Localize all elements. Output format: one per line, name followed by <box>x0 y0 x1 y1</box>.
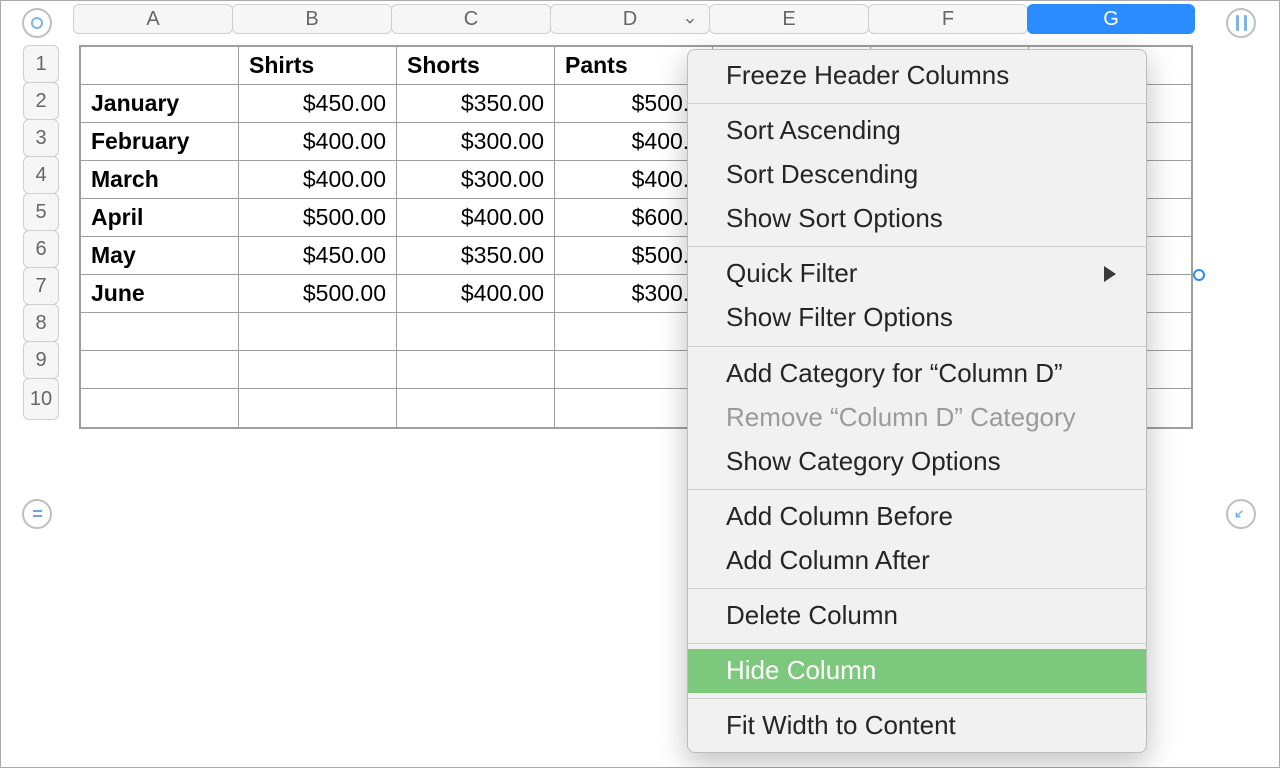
row-header[interactable]: 10 <box>23 378 59 420</box>
menu-show-filter-options[interactable]: Show Filter Options <box>688 296 1146 340</box>
column-label: G <box>1103 8 1119 31</box>
menu-separator <box>688 588 1146 589</box>
chevron-down-icon[interactable] <box>681 11 699 34</box>
menu-add-column-after[interactable]: Add Column After <box>688 539 1146 583</box>
cell[interactable]: January <box>81 85 239 123</box>
row-header[interactable]: 5 <box>23 193 59 231</box>
menu-sort-descending[interactable]: Sort Descending <box>688 153 1146 197</box>
cell[interactable]: $400.00 <box>397 199 555 237</box>
row-header[interactable]: 6 <box>23 230 59 268</box>
cell[interactable] <box>239 389 397 427</box>
submenu-arrow-icon <box>1104 266 1116 282</box>
cell[interactable]: $300.00 <box>397 123 555 161</box>
cell[interactable]: $350.00 <box>397 85 555 123</box>
row-header[interactable]: 2 <box>23 82 59 120</box>
column-header-A[interactable]: A <box>73 4 233 34</box>
column-label: F <box>942 8 954 31</box>
cell[interactable] <box>397 313 555 351</box>
row-header[interactable]: 1 <box>23 45 59 83</box>
cell[interactable] <box>81 47 239 85</box>
cell[interactable]: June <box>81 275 239 313</box>
menu-add-category[interactable]: Add Category for “Column D” <box>688 352 1146 396</box>
cell[interactable] <box>397 389 555 427</box>
column-label: A <box>146 8 159 31</box>
resize-icon <box>1233 502 1249 526</box>
cell[interactable]: $400.00 <box>239 123 397 161</box>
column-header-C[interactable]: C <box>391 4 551 34</box>
cell[interactable] <box>397 351 555 389</box>
menu-show-sort-options[interactable]: Show Sort Options <box>688 197 1146 241</box>
cell[interactable]: $300.00 <box>397 161 555 199</box>
columns-icon <box>1236 15 1247 31</box>
cell[interactable]: $450.00 <box>239 237 397 275</box>
menu-fit-width[interactable]: Fit Width to Content <box>688 704 1146 748</box>
cell[interactable]: $500.00 <box>239 275 397 313</box>
row-header[interactable]: 7 <box>23 267 59 305</box>
column-header-G[interactable]: G <box>1027 4 1195 34</box>
column-header-B[interactable]: B <box>232 4 392 34</box>
cell[interactable]: $400.00 <box>239 161 397 199</box>
menu-freeze-header-columns[interactable]: Freeze Header Columns <box>688 54 1146 98</box>
cell[interactable]: Shirts <box>239 47 397 85</box>
menu-show-category-options[interactable]: Show Category Options <box>688 440 1146 484</box>
row-header-col: 1 2 3 4 5 6 7 8 9 10 <box>23 45 59 419</box>
cell[interactable]: February <box>81 123 239 161</box>
column-context-menu: Freeze Header Columns Sort Ascending Sor… <box>687 49 1147 753</box>
selection-handle[interactable] <box>1193 269 1205 281</box>
menu-sort-ascending[interactable]: Sort Ascending <box>688 109 1146 153</box>
cell[interactable] <box>239 313 397 351</box>
cell[interactable]: May <box>81 237 239 275</box>
column-header-row: A B C D E F G <box>73 4 1194 34</box>
column-header-F[interactable]: F <box>868 4 1028 34</box>
cell[interactable]: Shorts <box>397 47 555 85</box>
cell[interactable] <box>239 351 397 389</box>
menu-separator <box>688 643 1146 644</box>
menu-hide-column[interactable]: Hide Column <box>688 649 1146 693</box>
cell[interactable]: April <box>81 199 239 237</box>
menu-separator <box>688 246 1146 247</box>
menu-separator <box>688 346 1146 347</box>
menu-add-column-before[interactable]: Add Column Before <box>688 495 1146 539</box>
column-header-E[interactable]: E <box>709 4 869 34</box>
cell[interactable] <box>81 351 239 389</box>
cell[interactable]: $400.00 <box>397 275 555 313</box>
cell[interactable] <box>81 313 239 351</box>
row-header[interactable]: 9 <box>23 341 59 379</box>
menu-separator <box>688 489 1146 490</box>
menu-quick-filter[interactable]: Quick Filter <box>688 252 1146 296</box>
menu-delete-column[interactable]: Delete Column <box>688 594 1146 638</box>
add-column-handle[interactable] <box>1223 5 1259 41</box>
cell[interactable] <box>81 389 239 427</box>
row-header[interactable]: 4 <box>23 156 59 194</box>
column-label: E <box>782 8 795 31</box>
resize-table-handle[interactable] <box>1223 496 1259 532</box>
cell[interactable]: $500.00 <box>239 199 397 237</box>
table-corner-select[interactable] <box>19 5 55 41</box>
cell[interactable]: $450.00 <box>239 85 397 123</box>
column-header-D[interactable]: D <box>550 4 710 34</box>
menu-separator <box>688 698 1146 699</box>
column-label: D <box>623 8 637 31</box>
menu-separator <box>688 103 1146 104</box>
row-header[interactable]: 8 <box>23 304 59 342</box>
menu-remove-category: Remove “Column D” Category <box>688 396 1146 440</box>
column-label: B <box>305 8 318 31</box>
rows-icon: = <box>32 504 42 525</box>
row-header[interactable]: 3 <box>23 119 59 157</box>
cell[interactable]: $350.00 <box>397 237 555 275</box>
cell[interactable]: March <box>81 161 239 199</box>
add-row-handle[interactable]: = <box>19 496 55 532</box>
column-label: C <box>464 8 478 31</box>
